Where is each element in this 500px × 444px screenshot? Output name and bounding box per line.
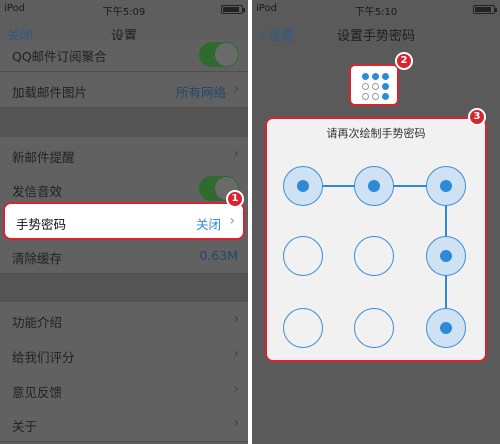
- settings-row-about[interactable]: 关于 ›: [0, 406, 248, 442]
- pattern-node-7[interactable]: [283, 308, 323, 348]
- settings-row-rate-us[interactable]: 给我们评分 ›: [0, 337, 248, 373]
- settings-row-qq-subscription[interactable]: QQ邮件订阅聚合: [0, 40, 248, 72]
- qq-subscription-toggle[interactable]: [199, 42, 239, 67]
- nav-bar: ‹ 设置 设置手势密码: [252, 18, 500, 48]
- callout-badge: 3: [468, 108, 486, 126]
- preview-dot: [362, 73, 369, 80]
- chevron-right-icon: ›: [233, 81, 239, 97]
- settings-row-new-mail-alert[interactable]: 新邮件提醒 ›: [0, 137, 248, 173]
- row-value: 所有网络: [175, 85, 226, 100]
- pattern-node-8[interactable]: [354, 308, 394, 348]
- row-value: 0.63M: [199, 248, 238, 263]
- status-bar: iPod 下午5:10: [252, 0, 500, 18]
- row-label: 清除缓存: [12, 251, 63, 266]
- battery-icon: [473, 5, 497, 14]
- status-time: 下午5:10: [354, 7, 398, 18]
- callout-badge: 1: [226, 190, 244, 208]
- preview-dot: [382, 93, 389, 100]
- pattern-node-2[interactable]: [354, 166, 394, 206]
- row-label: 发信音效: [12, 184, 63, 199]
- battery-icon: [221, 5, 245, 14]
- status-time: 下午5:09: [102, 7, 146, 18]
- settings-row-features[interactable]: 功能介绍 ›: [0, 302, 248, 338]
- pattern-preview: [349, 64, 399, 106]
- gesture-setup-screen: iPod 下午5:10 ‹ 设置 设置手势密码 2 请再次绘制手势密码 3: [252, 0, 500, 444]
- settings-row-load-images[interactable]: 加载邮件图片 所有网络 ›: [0, 72, 248, 108]
- status-bar: iPod 下午5:09: [0, 0, 248, 18]
- pattern-node-3[interactable]: [426, 166, 466, 206]
- pattern-node-6[interactable]: [426, 236, 466, 276]
- row-value: 关闭: [195, 217, 221, 232]
- chevron-right-icon: ›: [229, 213, 235, 229]
- row-label: 关于: [12, 419, 38, 434]
- preview-dot: [372, 93, 379, 100]
- settings-row-feedback[interactable]: 意见反馈 ›: [0, 372, 248, 408]
- settings-row-gesture-password[interactable]: 手势密码 关闭 ›: [3, 202, 245, 240]
- pattern-node-4[interactable]: [283, 236, 323, 276]
- preview-dot: [372, 73, 379, 80]
- pattern-node-1[interactable]: [283, 166, 323, 206]
- preview-dot: [372, 83, 379, 90]
- row-label: 功能介绍: [12, 315, 63, 330]
- row-label: 新邮件提醒: [12, 150, 75, 165]
- chevron-right-icon: ›: [233, 415, 239, 431]
- row-label: 加载邮件图片: [12, 85, 88, 100]
- gesture-pad[interactable]: 请再次绘制手势密码: [265, 117, 487, 362]
- preview-dot: [382, 73, 389, 80]
- settings-row-clear-cache[interactable]: 清除缓存 0.63M: [0, 238, 248, 274]
- row-label: 手势密码: [16, 217, 67, 232]
- settings-screen: iPod 下午5:09 关闭 设置 QQ邮件订阅聚合 加载邮件图片 所有网络 ›…: [0, 0, 248, 444]
- pattern-node-9[interactable]: [426, 308, 466, 348]
- preview-dot: [362, 93, 369, 100]
- row-label: 意见反馈: [12, 385, 63, 400]
- row-label: 给我们评分: [12, 350, 75, 365]
- chevron-right-icon: ›: [233, 381, 239, 397]
- chevron-right-icon: ›: [233, 146, 239, 162]
- preview-dot: [362, 83, 369, 90]
- callout-badge: 2: [395, 52, 413, 70]
- page-title: 设置手势密码: [336, 29, 415, 44]
- chevron-right-icon: ›: [233, 346, 239, 362]
- row-label: QQ邮件订阅聚合: [12, 49, 107, 64]
- preview-dot: [382, 83, 389, 90]
- section-gap: [0, 108, 248, 140]
- chevron-right-icon: ›: [233, 311, 239, 327]
- pattern-node-5[interactable]: [354, 236, 394, 276]
